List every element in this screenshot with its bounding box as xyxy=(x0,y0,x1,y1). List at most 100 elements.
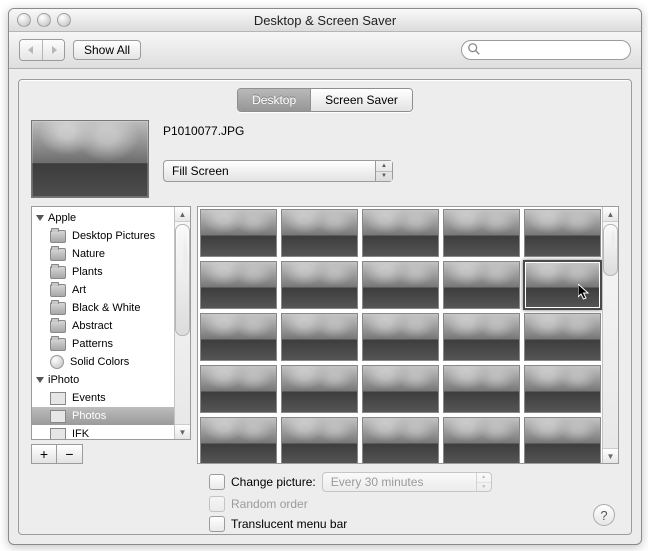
source-item[interactable]: Photos xyxy=(32,407,175,425)
scroll-down-icon[interactable]: ▼ xyxy=(175,424,190,439)
source-item[interactable]: Abstract xyxy=(32,317,175,335)
interval-popup[interactable]: Every 30 minutes ▲▼ xyxy=(322,472,492,492)
source-list[interactable]: Apple Desktop Pictures Nature Plants Art Blac… xyxy=(31,206,191,440)
photo-thumbnail[interactable] xyxy=(200,313,277,361)
source-item-label: Black & White xyxy=(72,302,140,314)
folder-icon xyxy=(50,248,66,261)
scroll-up-icon[interactable]: ▲ xyxy=(603,207,618,222)
change-picture-checkbox[interactable] xyxy=(209,474,225,490)
translucent-checkbox[interactable] xyxy=(209,516,225,532)
photo-thumbnail[interactable] xyxy=(524,209,601,257)
album-icon xyxy=(50,410,66,423)
photo-thumbnail[interactable] xyxy=(362,365,439,413)
fit-mode-value: Fill Screen xyxy=(172,164,229,178)
source-item-label: Plants xyxy=(72,266,103,278)
popup-stepper-icon: ▲▼ xyxy=(375,161,392,181)
search-icon xyxy=(467,42,481,56)
disclosure-triangle-icon[interactable] xyxy=(36,377,44,383)
zoom-icon[interactable] xyxy=(57,13,71,27)
popup-stepper-icon: ▲▼ xyxy=(476,473,491,491)
photo-thumbnail[interactable] xyxy=(524,261,601,309)
photo-thumbnail[interactable] xyxy=(281,417,358,464)
disclosure-triangle-icon[interactable] xyxy=(36,215,44,221)
photo-thumbnail[interactable] xyxy=(443,365,520,413)
grid-scrollbar[interactable]: ▲ ▼ xyxy=(602,207,618,463)
minimize-icon[interactable] xyxy=(37,13,51,27)
photo-thumbnail[interactable] xyxy=(362,261,439,309)
photo-thumbnail[interactable] xyxy=(362,313,439,361)
source-item[interactable]: Patterns xyxy=(32,335,175,353)
window-title: Desktop & Screen Saver xyxy=(9,13,641,28)
source-group-header[interactable]: iPhoto xyxy=(32,371,175,389)
photo-thumbnail[interactable] xyxy=(281,261,358,309)
translucent-row: Translucent menu bar xyxy=(209,516,615,532)
traffic-lights xyxy=(17,13,71,27)
photo-thumbnail[interactable] xyxy=(200,417,277,464)
photo-thumbnail[interactable] xyxy=(443,209,520,257)
photo-thumbnail[interactable] xyxy=(524,313,601,361)
album-icon xyxy=(50,392,66,405)
source-list-wrap: Apple Desktop Pictures Nature Plants Art Blac… xyxy=(31,206,191,464)
source-item-label: Photos xyxy=(72,410,106,422)
preview-info: P1010077.JPG Fill Screen ▲▼ xyxy=(163,120,619,198)
source-item[interactable]: Nature xyxy=(32,245,175,263)
photo-thumbnail[interactable] xyxy=(443,261,520,309)
source-item-label: IFK xyxy=(72,428,89,439)
folder-icon xyxy=(50,320,66,333)
back-button[interactable] xyxy=(20,40,42,60)
photo-thumbnail[interactable] xyxy=(281,209,358,257)
source-item[interactable]: Desktop Pictures xyxy=(32,227,175,245)
photo-thumbnail[interactable] xyxy=(362,209,439,257)
source-group-header[interactable]: Apple xyxy=(32,209,175,227)
source-group-label: Apple xyxy=(48,212,76,224)
folder-icon xyxy=(50,284,66,297)
source-scrollbar[interactable]: ▲ ▼ xyxy=(174,207,190,439)
titlebar: Desktop & Screen Saver xyxy=(9,9,641,32)
photo-thumbnail[interactable] xyxy=(443,313,520,361)
preferences-window: Desktop & Screen Saver Show All Desktop … xyxy=(8,8,642,545)
source-item[interactable]: Solid Colors xyxy=(32,353,175,371)
photo-thumbnail[interactable] xyxy=(281,313,358,361)
change-picture-row: Change picture: Every 30 minutes ▲▼ xyxy=(209,472,615,492)
thumbnail-grid-wrap: ▲ ▼ xyxy=(197,206,619,464)
source-item[interactable]: IFK xyxy=(32,425,175,439)
forward-button[interactable] xyxy=(42,40,64,60)
scroll-down-icon[interactable]: ▼ xyxy=(603,448,618,463)
toolbar: Show All xyxy=(9,32,641,69)
photo-thumbnail[interactable] xyxy=(200,261,277,309)
remove-source-button[interactable]: − xyxy=(57,444,83,464)
solid-colors-icon xyxy=(50,355,64,369)
add-source-button[interactable]: + xyxy=(31,444,57,464)
scroll-thumb[interactable] xyxy=(175,224,190,336)
tab-desktop[interactable]: Desktop xyxy=(238,89,310,111)
photo-thumbnail[interactable] xyxy=(443,417,520,464)
source-item[interactable]: Plants xyxy=(32,263,175,281)
source-item-label: Nature xyxy=(72,248,105,260)
source-item[interactable]: Art xyxy=(32,281,175,299)
photo-thumbnail[interactable] xyxy=(362,417,439,464)
cursor-icon xyxy=(578,284,590,300)
photo-thumbnail[interactable] xyxy=(524,365,601,413)
search-input[interactable] xyxy=(461,40,631,60)
random-order-checkbox[interactable] xyxy=(209,496,225,512)
fit-mode-popup[interactable]: Fill Screen ▲▼ xyxy=(163,160,393,182)
photo-thumbnail[interactable] xyxy=(200,365,277,413)
close-icon[interactable] xyxy=(17,13,31,27)
help-button[interactable]: ? xyxy=(593,504,615,526)
content-panel: Desktop Screen Saver P1010077.JPG Fill S… xyxy=(18,79,632,535)
source-item[interactable]: Black & White xyxy=(32,299,175,317)
tab-screen-saver[interactable]: Screen Saver xyxy=(310,89,412,111)
search-field[interactable] xyxy=(461,40,631,60)
scroll-thumb[interactable] xyxy=(603,224,618,276)
tab-segment: Desktop Screen Saver xyxy=(237,88,413,112)
photo-thumbnail[interactable] xyxy=(200,209,277,257)
source-item[interactable]: Events xyxy=(32,389,175,407)
options-area: Change picture: Every 30 minutes ▲▼ Rand… xyxy=(19,468,631,532)
thumbnail-grid[interactable] xyxy=(200,209,601,463)
show-all-button[interactable]: Show All xyxy=(73,40,141,60)
album-icon xyxy=(50,428,66,440)
photo-thumbnail[interactable] xyxy=(524,417,601,464)
photo-thumbnail[interactable] xyxy=(281,365,358,413)
split-area: Apple Desktop Pictures Nature Plants Art Blac… xyxy=(19,198,631,468)
scroll-up-icon[interactable]: ▲ xyxy=(175,207,190,222)
